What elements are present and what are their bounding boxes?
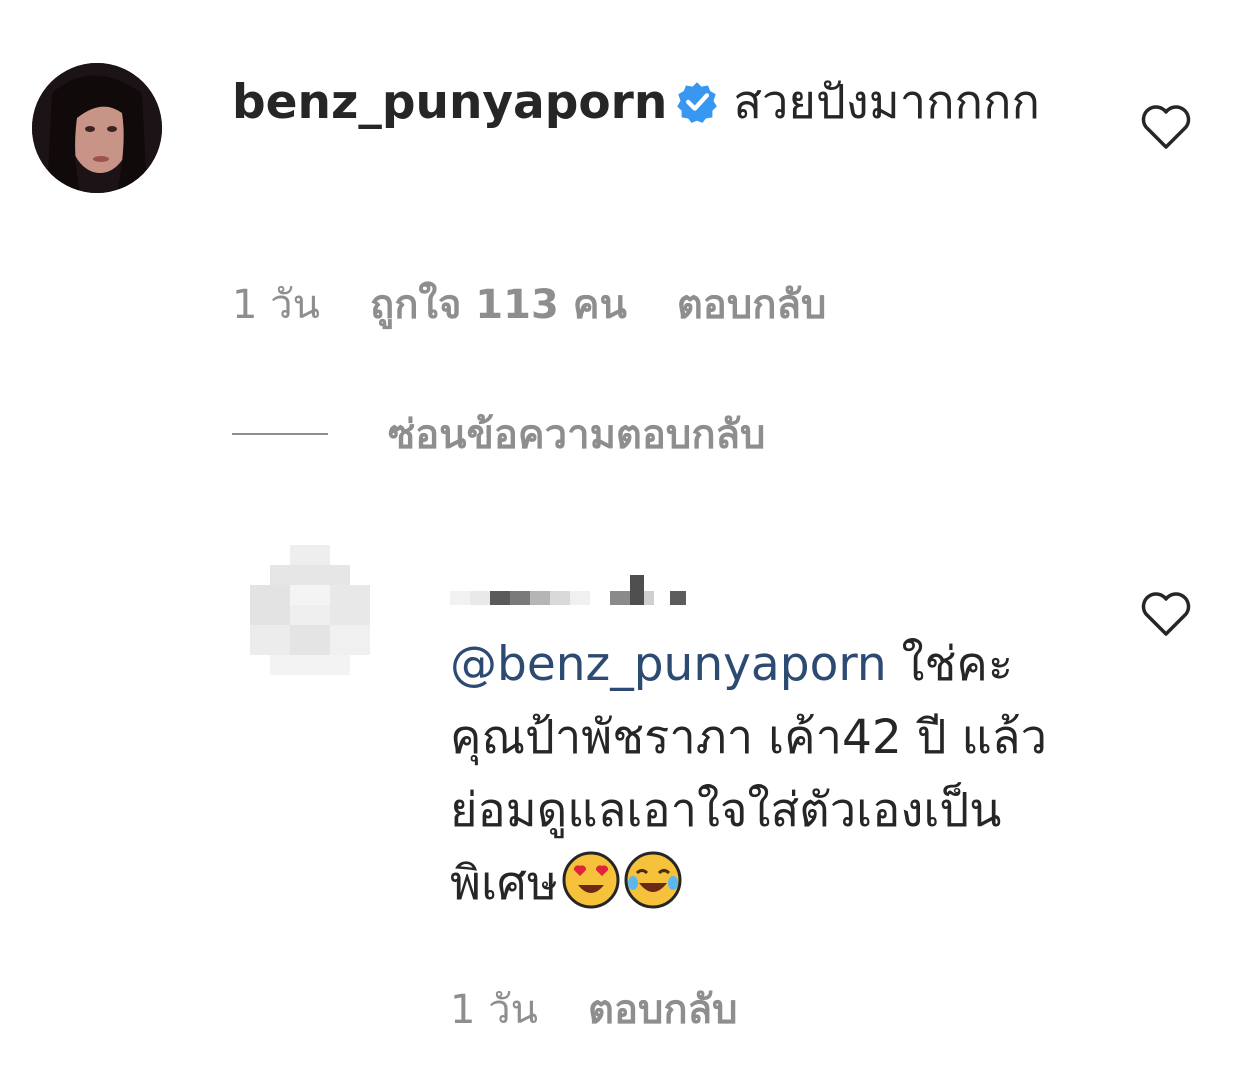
reply-time[interactable]: 1 วัน [450, 987, 538, 1033]
avatar[interactable] [32, 63, 162, 193]
comment-text: สวยปังมากกกก [733, 75, 1040, 130]
reply-body: @benz_punyaporn ใช่คะ คุณป้าพัชราภา เค้า… [450, 628, 1080, 920]
avatar-pixelated[interactable] [250, 545, 370, 675]
comment-time[interactable]: 1 วัน [232, 282, 320, 328]
pixelated-username[interactable] [450, 575, 700, 609]
pixelated-avatar-image [250, 545, 370, 675]
hide-replies-label: ซ่อนข้อความตอบกลับ [388, 412, 766, 458]
heart-eyes-emoji [562, 851, 620, 909]
comment-meta: 1 วัน ถูกใจ 113 คน ตอบกลับ [232, 272, 876, 336]
mention-link[interactable]: @benz_punyaporn [450, 637, 887, 692]
comment-body: benz_punyaporn สวยปังมากกกก [232, 66, 1062, 139]
heart-outline-icon[interactable] [1140, 590, 1192, 638]
hide-replies-button[interactable]: ซ่อนข้อความตอบกลับ [232, 402, 765, 466]
verified-badge-icon [675, 72, 719, 123]
comment-username[interactable]: benz_punyaporn [232, 75, 667, 130]
avatar-image [32, 63, 162, 193]
divider-line [232, 433, 328, 435]
tears-of-joy-emoji [624, 851, 682, 909]
heart-outline-icon[interactable] [1140, 103, 1192, 151]
reply-button[interactable]: ตอบกลับ [677, 282, 827, 328]
reply-meta: 1 วัน ตอบกลับ [450, 977, 787, 1041]
reply-button[interactable]: ตอบกลับ [588, 987, 738, 1033]
comment-likes[interactable]: ถูกใจ 113 คน [370, 282, 627, 328]
